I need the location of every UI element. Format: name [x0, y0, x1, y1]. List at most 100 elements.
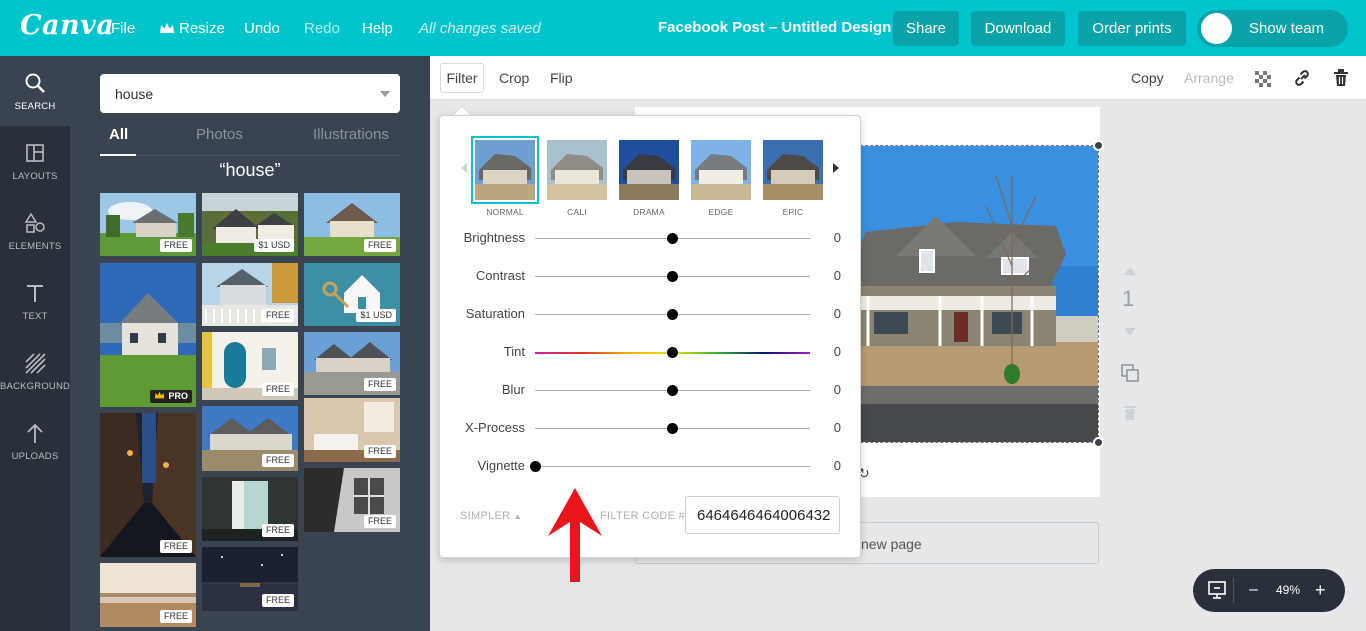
- filter-preset-epic[interactable]: [763, 140, 823, 200]
- search-result-thumb[interactable]: FREE: [304, 468, 400, 532]
- zoom-out-button[interactable]: –: [1249, 569, 1258, 611]
- vignette-slider-knob[interactable]: [529, 461, 541, 472]
- slider-value: 0: [833, 420, 841, 435]
- filter-preset-edge[interactable]: [691, 140, 751, 200]
- filter-preset-cali[interactable]: [547, 140, 607, 200]
- crown-icon: [160, 23, 174, 33]
- tab-active-indicator: [100, 154, 136, 156]
- search-result-thumb[interactable]: FREE: [202, 477, 298, 541]
- filter-preset-normal[interactable]: [471, 136, 539, 204]
- order-prints-button[interactable]: Order prints: [1078, 11, 1186, 46]
- search-result-thumb[interactable]: FREE: [202, 406, 298, 471]
- blur-slider-knob[interactable]: [667, 385, 678, 396]
- page-number: 1: [1122, 286, 1135, 311]
- show-team-toggle[interactable]: Show team: [1197, 10, 1348, 47]
- text-icon: [27, 285, 43, 302]
- help-menu[interactable]: Help: [362, 0, 393, 56]
- search-icon: [25, 73, 45, 93]
- filter-preset-label: EDGE: [708, 207, 734, 217]
- trash-icon[interactable]: [1333, 69, 1349, 87]
- elements-icon: [24, 212, 45, 233]
- share-button[interactable]: Share: [893, 11, 959, 46]
- canva-logo[interactable]: Canva: [20, 10, 114, 41]
- brightness-slider-knob[interactable]: [667, 233, 678, 244]
- left-rail: SEARCH LAYOUTS ELEMENTS TEXT BACKGROUND …: [0, 56, 70, 631]
- filter-preset-label: NORMAL: [486, 207, 524, 217]
- search-result-thumb[interactable]: FREE: [100, 563, 196, 627]
- document-title[interactable]: Facebook Post – Untitled Design: [658, 0, 891, 56]
- search-result-thumb[interactable]: PRO: [100, 263, 196, 407]
- tab-all[interactable]: All: [109, 126, 128, 143]
- search-result-thumb[interactable]: FREE: [202, 263, 298, 326]
- slider-label: Contrast: [475, 268, 525, 283]
- search-input[interactable]: [100, 74, 370, 113]
- rail-item-uploads[interactable]: UPLOADS: [0, 406, 70, 476]
- slider-value: 0: [833, 230, 841, 245]
- price-badge: FREE: [363, 515, 396, 528]
- filter-button[interactable]: Filter: [440, 63, 484, 93]
- rail-item-layouts[interactable]: LAYOUTS: [0, 126, 70, 196]
- tab-divider: [100, 155, 400, 156]
- simpler-toggle[interactable]: SIMPLER ▲: [460, 510, 522, 522]
- slider-label: X-Process: [465, 420, 525, 435]
- present-icon[interactable]: [1207, 580, 1227, 600]
- x-process-slider-knob[interactable]: [667, 423, 678, 434]
- search-box: [100, 74, 400, 113]
- search-result-thumb[interactable]: FREE: [304, 193, 400, 256]
- zoom-in-button[interactable]: +: [1315, 569, 1326, 611]
- transparency-icon[interactable]: [1255, 71, 1271, 87]
- rail-item-search[interactable]: SEARCH: [0, 56, 70, 126]
- slider-value: 0: [833, 268, 841, 283]
- tab-illustrations[interactable]: Illustrations: [313, 126, 389, 143]
- rail-item-elements[interactable]: ELEMENTS: [0, 196, 70, 266]
- tint-slider-knob[interactable]: [667, 347, 678, 358]
- undo-button[interactable]: Undo: [244, 0, 280, 56]
- slider-value: 0: [833, 458, 841, 473]
- crop-button[interactable]: Crop: [499, 56, 529, 100]
- price-badge: FREE: [363, 239, 396, 252]
- link-icon[interactable]: [1293, 69, 1311, 87]
- crown-icon: [155, 391, 165, 399]
- rail-label: SEARCH: [14, 101, 56, 112]
- search-result-thumb[interactable]: FREE: [202, 332, 298, 400]
- filter-preset-drama[interactable]: [619, 140, 679, 200]
- image-toolbar: Crop Flip Copy Arrange: [430, 56, 1366, 100]
- resize-menu[interactable]: Resize: [159, 0, 225, 56]
- resize-handle-top-right[interactable]: [1093, 140, 1104, 151]
- redo-button[interactable]: Redo: [304, 0, 340, 56]
- vignette-slider-track[interactable]: [535, 466, 810, 467]
- search-result-thumb[interactable]: FREE: [304, 398, 400, 462]
- price-badge: $1 USD: [356, 309, 396, 322]
- copy-button[interactable]: Copy: [1131, 56, 1164, 100]
- flip-button[interactable]: Flip: [550, 56, 573, 100]
- slider-label: Brightness: [463, 230, 525, 245]
- search-result-thumb[interactable]: FREE: [100, 413, 196, 557]
- search-result-thumb[interactable]: FREE: [304, 332, 400, 395]
- contrast-slider-knob[interactable]: [667, 271, 678, 282]
- delete-page-icon[interactable]: [1122, 403, 1138, 421]
- zoom-control: – 49% +: [1193, 569, 1345, 612]
- search-result-thumb[interactable]: FREE: [202, 547, 298, 611]
- download-button[interactable]: Download: [971, 11, 1065, 46]
- file-menu[interactable]: File: [111, 0, 135, 56]
- search-result-thumb[interactable]: FREE: [100, 193, 196, 256]
- rail-item-background[interactable]: BACKGROUND: [0, 336, 70, 406]
- dropdown-caret-icon[interactable]: [380, 91, 390, 97]
- resize-handle-bottom-right[interactable]: [1093, 437, 1104, 448]
- presets-prev-icon[interactable]: [461, 163, 467, 173]
- rail-label: UPLOADS: [11, 451, 59, 462]
- layouts-icon: [26, 144, 44, 162]
- move-page-up-icon[interactable]: [1122, 265, 1138, 277]
- arrange-button[interactable]: Arrange: [1184, 56, 1234, 100]
- tab-photos[interactable]: Photos: [196, 126, 243, 143]
- presets-next-icon[interactable]: [833, 163, 839, 173]
- search-result-thumb[interactable]: $1 USD: [202, 193, 298, 256]
- filter-code-input[interactable]: [685, 496, 840, 534]
- search-result-thumb[interactable]: $1 USD: [304, 263, 400, 326]
- selected-house-photo[interactable]: [835, 145, 1099, 443]
- move-page-down-icon[interactable]: [1122, 326, 1138, 338]
- uploads-icon: [27, 423, 43, 443]
- rail-item-text[interactable]: TEXT: [0, 266, 70, 336]
- saturation-slider-knob[interactable]: [667, 309, 678, 320]
- duplicate-page-icon[interactable]: [1120, 363, 1140, 383]
